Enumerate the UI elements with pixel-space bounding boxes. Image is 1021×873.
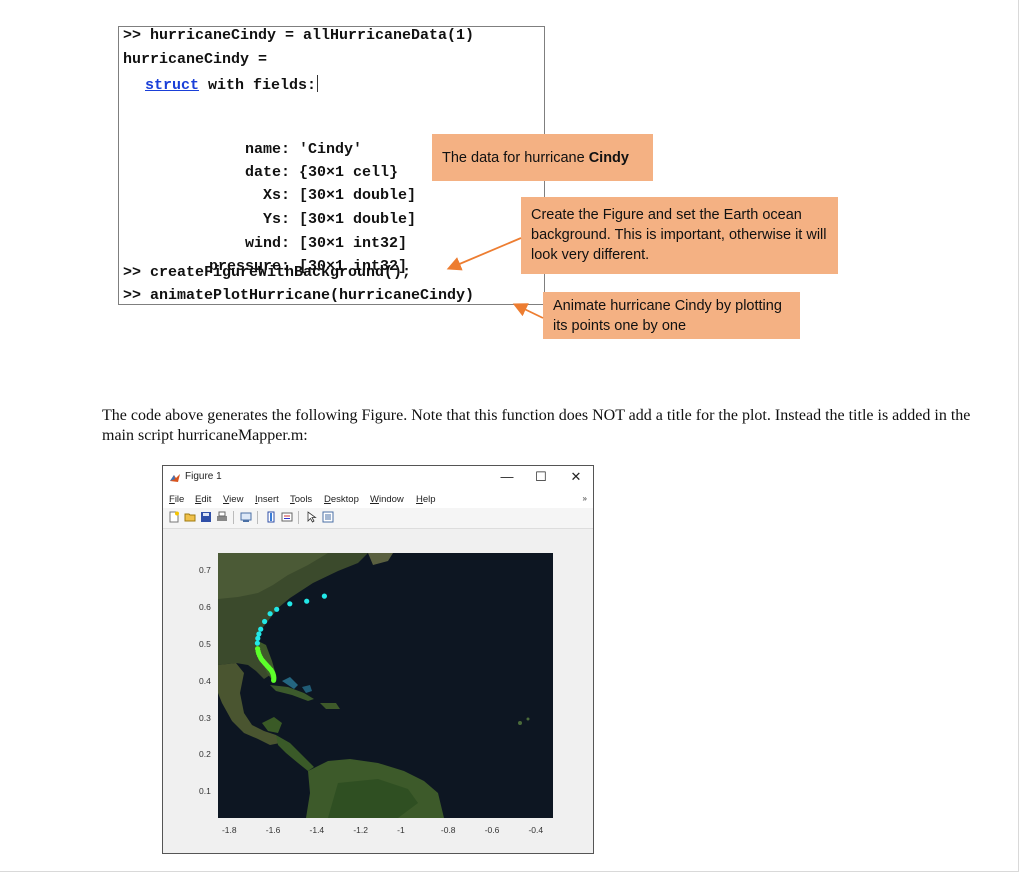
struct-rest-text: with fields:: [199, 77, 317, 94]
description-paragraph: The code above generates the following F…: [102, 407, 971, 444]
struct-link[interactable]: struct: [145, 77, 199, 94]
toolbar-separator: [257, 511, 258, 524]
console-line-command: >> hurricaneCindy = allHurricaneData(1): [123, 27, 475, 44]
hurricane-point: [271, 677, 277, 683]
plot-axes[interactable]: [218, 553, 553, 818]
menu-view[interactable]: View: [223, 494, 243, 505]
hurricane-point: [255, 635, 261, 641]
x-tick-label: -0.4: [528, 825, 544, 835]
menu-file[interactable]: File: [169, 494, 184, 505]
menu-help[interactable]: Help: [416, 494, 436, 505]
toolbar-separator: [298, 511, 299, 524]
x-tick-label: -1.6: [265, 825, 281, 835]
menu-overflow-icon[interactable]: »: [583, 494, 587, 503]
maximize-button[interactable]: ☐: [530, 469, 552, 485]
x-tick-label: -0.8: [440, 825, 456, 835]
property-inspector-icon[interactable]: [322, 511, 334, 523]
x-tick-label: -1: [397, 825, 405, 835]
callout-data-cindy: The data for hurricane Cindy: [432, 134, 653, 181]
menu-tools[interactable]: Tools: [290, 494, 312, 505]
insert-legend-icon[interactable]: [281, 511, 293, 523]
edit-plot-icon[interactable]: [306, 511, 318, 523]
console-cmd-animate: >> animatePlotHurricane(hurricaneCindy): [123, 287, 475, 304]
print-icon[interactable]: [216, 511, 228, 523]
y-tick-label: 0.1: [199, 786, 211, 797]
hurricane-point: [254, 640, 260, 646]
x-tick-label: -1.4: [309, 825, 325, 835]
x-tick-label: -1.2: [353, 825, 368, 835]
y-tick-label: 0.5: [199, 639, 211, 649]
y-tick-label: 0.7: [199, 565, 211, 576]
figure-titlebar[interactable]: Figure 1 — ☐ ✕: [163, 466, 593, 490]
hurricane-point: [321, 593, 327, 599]
arrow-to-animate: [512, 303, 544, 319]
console-cmd-create-figure: >> createFigureWithBackground();: [123, 264, 412, 281]
open-file-icon[interactable]: [184, 511, 196, 523]
console-line-output: hurricaneCindy =: [123, 51, 268, 68]
callout-data-text: The data for hurricane: [442, 150, 589, 166]
hurricane-point: [262, 618, 268, 625]
console-struct-line: struct with fields:: [145, 75, 319, 95]
insert-colorbar-icon[interactable]: [265, 511, 277, 523]
hurricane-track-plot: [254, 593, 327, 683]
y-tick-label: 0.6: [199, 602, 211, 613]
hurricane-point: [267, 611, 273, 617]
figure-title: Figure 1: [185, 471, 222, 482]
figure-toolbar: [163, 508, 593, 529]
new-figure-icon[interactable]: [168, 511, 180, 523]
matlab-logo-icon: [170, 474, 180, 482]
x-tick-label: -0.6: [484, 825, 500, 835]
hurricane-point: [287, 601, 293, 607]
menu-edit[interactable]: Edit: [195, 494, 211, 505]
text-cursor: [317, 75, 319, 92]
y-tick-label: 0.2: [199, 749, 211, 760]
callout-data-bold: Cindy: [588, 150, 629, 166]
toolbar-separator: [233, 511, 234, 524]
save-icon[interactable]: [200, 511, 212, 523]
link-plot-icon[interactable]: [240, 511, 252, 523]
hurricane-point: [256, 631, 262, 637]
menu-insert[interactable]: Insert: [255, 494, 279, 505]
menu-window[interactable]: Window: [370, 494, 404, 505]
hurricane-point: [258, 626, 264, 632]
callout-create-figure: Create the Figure and set the Earth ocea…: [521, 197, 838, 274]
y-tick-label: 0.4: [199, 675, 211, 686]
hurricane-point: [274, 606, 280, 612]
x-tick-label: -1.8: [221, 825, 237, 835]
figure-menubar: File Edit View Insert Tools Desktop Wind…: [163, 490, 593, 508]
menu-desktop[interactable]: Desktop: [324, 494, 359, 505]
close-button[interactable]: ✕: [565, 469, 587, 485]
callout-animate: Animate hurricane Cindy by plotting its …: [543, 292, 800, 339]
minimize-button[interactable]: —: [496, 469, 518, 484]
y-tick-label: 0.3: [199, 712, 211, 723]
hurricane-point: [304, 598, 310, 604]
